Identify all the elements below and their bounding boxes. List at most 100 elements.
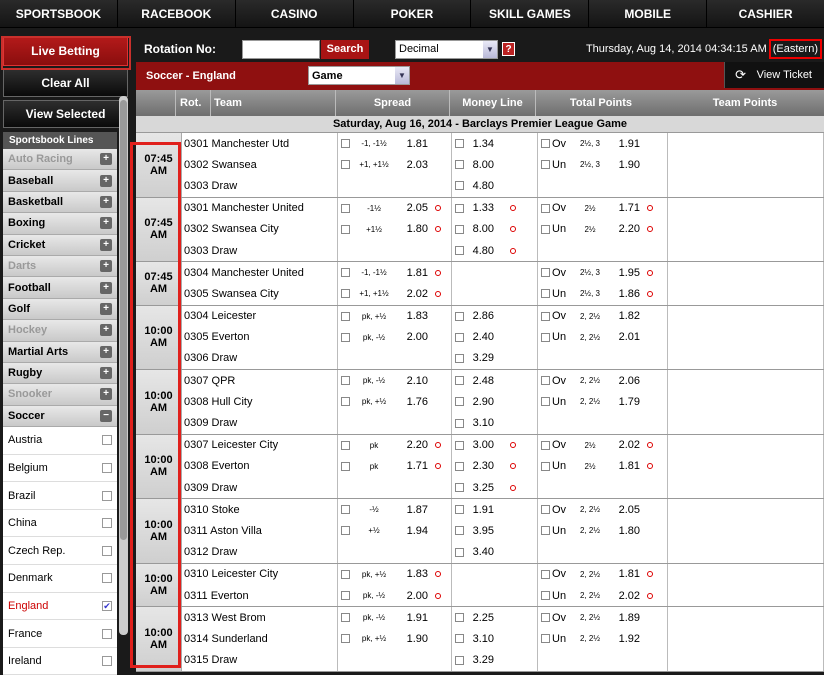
clear-all-button[interactable]: Clear All — [3, 69, 128, 97]
total-points-checkbox[interactable] — [541, 505, 550, 515]
money-line-checkbox[interactable] — [455, 526, 464, 536]
spread-checkbox[interactable] — [341, 569, 350, 579]
nav-racebook[interactable]: RACEBOOK — [117, 0, 236, 27]
money-line-checkbox[interactable] — [455, 332, 464, 342]
search-button[interactable]: Search — [321, 39, 369, 59]
spread-checkbox[interactable] — [341, 268, 350, 278]
plus-icon[interactable]: + — [100, 195, 112, 208]
odds-format-select[interactable]: Decimal ▼ — [395, 39, 498, 59]
total-points-checkbox[interactable] — [541, 268, 550, 278]
total-points-checkbox[interactable] — [541, 397, 550, 407]
sport-item[interactable]: Golf + — [3, 298, 117, 321]
money-line-checkbox[interactable] — [455, 376, 464, 386]
money-line-checkbox[interactable] — [455, 203, 464, 213]
spread-checkbox[interactable] — [341, 376, 350, 386]
total-points-checkbox[interactable] — [541, 311, 550, 321]
plus-icon[interactable]: + — [100, 367, 112, 380]
checkbox-icon[interactable] — [102, 518, 112, 529]
spread-checkbox[interactable] — [341, 440, 350, 450]
sport-item[interactable]: Snooker + — [3, 384, 117, 406]
checkbox-icon[interactable] — [102, 462, 112, 473]
rotation-input[interactable] — [242, 39, 320, 59]
money-line-checkbox[interactable] — [455, 160, 464, 170]
plus-icon[interactable]: + — [100, 238, 112, 251]
total-points-checkbox[interactable] — [541, 332, 550, 342]
total-points-checkbox[interactable] — [541, 376, 550, 386]
money-line-checkbox[interactable] — [455, 655, 464, 665]
nav-poker[interactable]: POKER — [353, 0, 472, 27]
spread-checkbox[interactable] — [341, 505, 350, 515]
total-points-checkbox[interactable] — [541, 569, 550, 579]
country-item[interactable]: France — [3, 620, 117, 648]
spread-checkbox[interactable] — [341, 139, 350, 149]
sport-item[interactable]: Cricket + — [3, 234, 117, 256]
checkbox-icon[interactable] — [102, 573, 112, 584]
total-points-checkbox[interactable] — [541, 224, 550, 234]
sport-item[interactable]: Rugby + — [3, 362, 117, 385]
money-line-checkbox[interactable] — [455, 139, 464, 149]
country-item[interactable]: China — [3, 509, 117, 538]
total-points-checkbox[interactable] — [541, 461, 550, 471]
help-icon[interactable]: ? — [502, 42, 515, 56]
money-line-checkbox[interactable] — [455, 353, 464, 363]
plus-icon[interactable]: + — [100, 281, 112, 294]
view-ticket-button[interactable]: ⟳ View Ticket — [723, 62, 824, 88]
spread-checkbox[interactable] — [341, 526, 350, 536]
country-item[interactable]: Czech Rep. — [3, 537, 117, 566]
spread-checkbox[interactable] — [341, 203, 350, 213]
money-line-checkbox[interactable] — [455, 181, 464, 191]
total-points-checkbox[interactable] — [541, 526, 550, 536]
money-line-checkbox[interactable] — [455, 440, 464, 450]
nav-mobile[interactable]: MOBILE — [589, 0, 708, 27]
plus-icon[interactable]: + — [100, 388, 112, 401]
country-item[interactable]: Austria — [3, 427, 117, 455]
country-item[interactable]: England ✔ — [3, 592, 117, 621]
total-points-checkbox[interactable] — [541, 160, 550, 170]
total-points-checkbox[interactable] — [541, 613, 550, 623]
sport-item[interactable]: Darts + — [3, 255, 117, 278]
money-line-checkbox[interactable] — [455, 418, 464, 428]
view-selected-button[interactable]: View Selected — [3, 100, 128, 128]
spread-checkbox[interactable] — [341, 160, 350, 170]
country-item[interactable]: Brazil — [3, 482, 117, 510]
money-line-checkbox[interactable] — [455, 634, 464, 644]
plus-icon[interactable]: + — [100, 324, 112, 337]
plus-icon[interactable]: + — [100, 153, 112, 166]
country-item[interactable]: Belgium — [3, 454, 117, 483]
refresh-icon[interactable]: ⟳ — [729, 65, 753, 85]
money-line-checkbox[interactable] — [455, 311, 464, 321]
spread-checkbox[interactable] — [341, 397, 350, 407]
spread-checkbox[interactable] — [341, 224, 350, 234]
sport-item[interactable]: Football + — [3, 277, 117, 299]
sport-item[interactable]: Soccer − — [3, 405, 117, 428]
nav-skill-games[interactable]: SKILL GAMES — [471, 0, 590, 27]
total-points-checkbox[interactable] — [541, 203, 550, 213]
spread-checkbox[interactable] — [341, 332, 350, 342]
nav-cashier[interactable]: CASHIER — [707, 0, 824, 27]
sport-item[interactable]: Boxing + — [3, 213, 117, 235]
checked-checkbox-icon[interactable]: ✔ — [102, 600, 112, 611]
total-points-checkbox[interactable] — [541, 591, 550, 601]
total-points-checkbox[interactable] — [541, 634, 550, 644]
sport-item[interactable]: Auto Racing + — [3, 149, 117, 171]
market-select[interactable]: Game ▼ — [308, 66, 410, 85]
money-line-checkbox[interactable] — [455, 505, 464, 515]
live-betting-button[interactable]: Live Betting — [3, 36, 128, 66]
minus-icon[interactable]: − — [100, 409, 112, 422]
spread-checkbox[interactable] — [341, 591, 350, 601]
timezone-label[interactable]: (Eastern) — [768, 39, 822, 59]
sport-item[interactable]: Hockey + — [3, 320, 117, 342]
nav-sportsbook[interactable]: SPORTSBOOK — [0, 0, 118, 27]
plus-icon[interactable]: + — [100, 302, 112, 315]
total-points-checkbox[interactable] — [541, 139, 550, 149]
checkbox-icon[interactable] — [102, 435, 112, 446]
plus-icon[interactable]: + — [100, 345, 112, 358]
checkbox-icon[interactable] — [102, 656, 112, 667]
checkbox-icon[interactable] — [102, 490, 112, 501]
total-points-checkbox[interactable] — [541, 440, 550, 450]
checkbox-icon[interactable] — [102, 628, 112, 639]
money-line-checkbox[interactable] — [455, 613, 464, 623]
money-line-checkbox[interactable] — [455, 461, 464, 471]
spread-checkbox[interactable] — [341, 311, 350, 321]
money-line-checkbox[interactable] — [455, 483, 464, 493]
